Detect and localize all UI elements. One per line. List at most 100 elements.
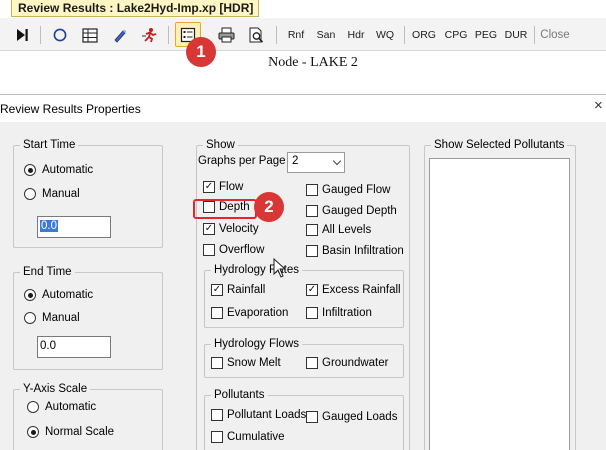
checkbox-indicator xyxy=(306,224,318,236)
checkbox-indicator xyxy=(211,431,223,443)
selected-pollutants-legend: Show Selected Pollutants xyxy=(434,139,565,151)
checkbox-indicator xyxy=(211,357,223,369)
radio-indicator xyxy=(24,289,36,301)
node-title: Node - LAKE 2 xyxy=(268,55,358,70)
checkbox-indicator: ✓ xyxy=(306,284,318,296)
cumulative-checkbox[interactable]: Cumulative xyxy=(211,431,285,443)
start-time-legend: Start Time xyxy=(23,139,76,151)
evaporation-checkbox[interactable]: Evaporation xyxy=(211,307,288,319)
chevron-down-icon xyxy=(332,156,342,166)
checkbox-indicator xyxy=(306,245,318,257)
radio-label: Normal Scale xyxy=(45,426,115,438)
toolbar-separator xyxy=(276,26,277,44)
rainfall-checkbox[interactable]: ✓ Rainfall xyxy=(211,284,265,296)
gauged-loads-checkbox[interactable]: Gauged Loads xyxy=(306,411,397,423)
snow-melt-checkbox[interactable]: Snow Melt xyxy=(211,357,281,369)
print-icon[interactable] xyxy=(214,23,238,47)
checkbox-indicator xyxy=(203,244,215,256)
dialog-titlebar: Review Results Properties × xyxy=(0,96,606,122)
checkbox-label: Evaporation xyxy=(227,307,289,319)
y-axis-scale-group: Y-Axis Scale xyxy=(13,383,163,450)
toolbar-separator xyxy=(534,26,535,44)
checkbox-label: Infiltration xyxy=(322,307,372,319)
excess-rainfall-checkbox[interactable]: ✓ Excess Rainfall xyxy=(306,284,401,296)
checkbox-label: Groundwater xyxy=(322,357,389,369)
mouse-pointer-icon xyxy=(273,258,287,278)
step-1-badge: 1 xyxy=(186,37,216,67)
graphs-per-page-select[interactable]: 2 xyxy=(287,152,345,173)
gauged-depth-checkbox[interactable]: Gauged Depth xyxy=(306,205,397,217)
radio-indicator xyxy=(27,426,39,438)
toolbar-separator xyxy=(168,26,169,44)
pollutants-legend: Pollutants xyxy=(214,389,265,401)
radio-indicator xyxy=(24,188,36,200)
checkbox-label: Gauged Loads xyxy=(322,411,398,423)
org-button[interactable]: ORG xyxy=(410,23,438,47)
peg-button[interactable]: PEG xyxy=(472,23,500,47)
pollutants-listbox[interactable] xyxy=(429,158,570,450)
all-levels-checkbox[interactable]: All Levels xyxy=(306,224,371,236)
checkbox-indicator xyxy=(211,307,223,319)
hydrology-rates-legend: Hydrology Rates xyxy=(214,264,300,276)
flow-checkbox[interactable]: ✓ Flow xyxy=(203,181,243,193)
pollutant-loads-checkbox[interactable]: Pollutant Loads xyxy=(211,409,306,421)
radio-indicator xyxy=(24,164,36,176)
checkbox-indicator: ✓ xyxy=(203,223,215,235)
y-axis-automatic-radio[interactable]: Automatic xyxy=(27,401,96,413)
radio-label: Manual xyxy=(42,312,80,324)
gauged-flow-checkbox[interactable]: Gauged Flow xyxy=(306,184,390,196)
end-time-input[interactable]: 0.0 xyxy=(37,336,111,358)
san-button[interactable]: San xyxy=(312,23,340,47)
checkbox-label: Overflow xyxy=(219,244,265,256)
cpg-button[interactable]: CPG xyxy=(442,23,470,47)
radio-indicator xyxy=(27,401,39,413)
review-results-properties-dialog: Review Results Properties × Start Time A… xyxy=(0,96,606,450)
checkbox-label: All Levels xyxy=(322,224,372,236)
pen-icon[interactable] xyxy=(108,23,132,47)
runner-icon[interactable] xyxy=(138,23,162,47)
end-time-manual-radio[interactable]: Manual xyxy=(24,312,80,324)
checkbox-indicator xyxy=(306,184,318,196)
hdr-button[interactable]: Hdr xyxy=(342,23,370,47)
start-time-manual-radio[interactable]: Manual xyxy=(24,188,80,200)
rnf-button[interactable]: Rnf xyxy=(282,23,310,47)
start-time-automatic-radio[interactable]: Automatic xyxy=(24,164,93,176)
results-toolbar: Rnf San Hdr WQ ORG CPG PEG DUR Close xyxy=(0,18,606,51)
circle-icon[interactable] xyxy=(48,23,72,47)
checkbox-indicator: ✓ xyxy=(203,181,215,193)
groundwater-checkbox[interactable]: Groundwater xyxy=(306,357,388,369)
close-button[interactable]: Close xyxy=(538,23,572,47)
depth-highlight-box xyxy=(193,199,257,219)
list-icon[interactable] xyxy=(78,23,102,47)
checkbox-label: Gauged Depth xyxy=(322,205,397,217)
y-axis-scale-legend: Y-Axis Scale xyxy=(23,383,88,395)
close-icon[interactable]: × xyxy=(594,97,603,114)
graphs-per-page-value: 2 xyxy=(292,155,299,167)
checkbox-label: Gauged Flow xyxy=(322,184,391,196)
play-end-icon[interactable] xyxy=(10,23,34,47)
end-time-legend: End Time xyxy=(23,266,72,278)
velocity-checkbox[interactable]: ✓ Velocity xyxy=(203,223,259,235)
wq-button[interactable]: WQ xyxy=(372,23,398,47)
infiltration-checkbox[interactable]: Infiltration xyxy=(306,307,372,319)
print-preview-icon[interactable] xyxy=(244,23,268,47)
basin-infiltration-checkbox[interactable]: Basin Infiltration xyxy=(306,245,404,257)
checkbox-indicator xyxy=(211,409,223,421)
checkbox-indicator xyxy=(306,411,318,423)
radio-label: Automatic xyxy=(42,289,94,301)
y-axis-normal-scale-radio[interactable]: Normal Scale xyxy=(27,426,114,438)
dialog-title: Review Results Properties xyxy=(0,102,141,116)
checkbox-indicator xyxy=(306,205,318,217)
checkbox-indicator xyxy=(306,307,318,319)
checkbox-label: Velocity xyxy=(219,223,259,235)
window-title[interactable]: Review Results : Lake2Hyd-Imp.xp [HDR] xyxy=(11,0,260,17)
checkbox-indicator xyxy=(306,357,318,369)
start-time-input[interactable]: 0.0 xyxy=(37,216,111,238)
overflow-checkbox[interactable]: Overflow xyxy=(203,244,264,256)
end-time-automatic-radio[interactable]: Automatic xyxy=(24,289,93,301)
dur-button[interactable]: DUR xyxy=(502,23,530,47)
checkbox-label: Basin Infiltration xyxy=(322,245,404,257)
toolbar-separator xyxy=(404,26,405,44)
toolbar-separator xyxy=(40,26,41,44)
results-window-titlebar: Review Results : Lake2Hyd-Imp.xp [HDR] xyxy=(0,0,606,18)
